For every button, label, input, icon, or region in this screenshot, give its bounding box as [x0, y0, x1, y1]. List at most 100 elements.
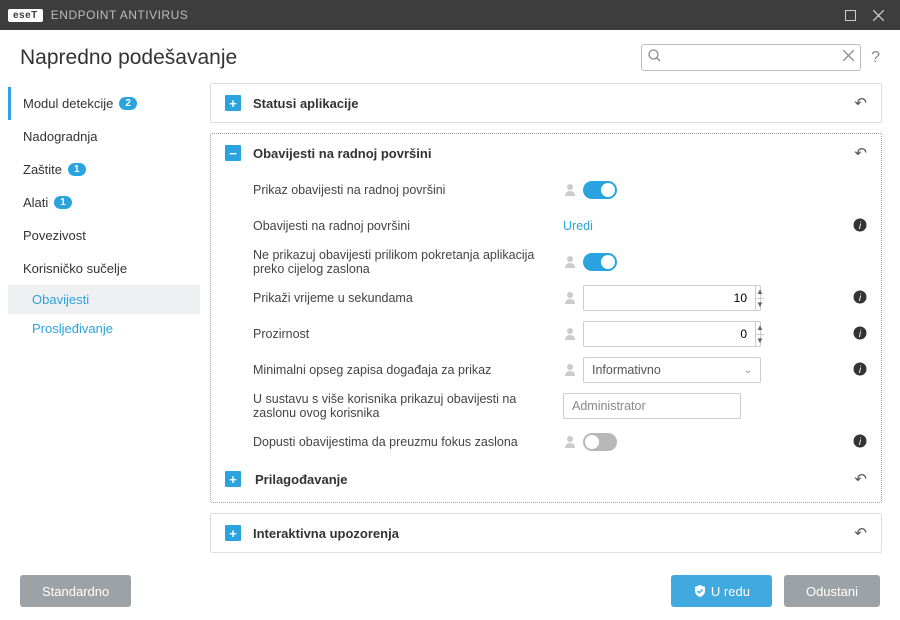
info-icon[interactable]: i [853, 434, 867, 451]
sidebar-sub-notifications[interactable]: Obavijesti [8, 285, 200, 314]
sidebar-item-label: Modul detekcije [23, 96, 113, 111]
user-icon [563, 290, 577, 307]
badge: 1 [54, 196, 72, 209]
user-icon [563, 182, 577, 199]
verbosity-dropdown[interactable]: Informativno ⌄ [583, 357, 761, 383]
search-input[interactable] [641, 44, 861, 71]
toggle-focus[interactable] [583, 433, 617, 451]
undo-icon[interactable]: ↶ [854, 524, 867, 542]
transparency-stepper[interactable]: ▲▼ [583, 321, 761, 347]
step-up-icon[interactable]: ▲ [756, 322, 764, 335]
undo-icon[interactable]: ↶ [854, 470, 867, 488]
row-label: Obavijesti na radnoj površini [253, 219, 563, 233]
ok-button[interactable]: U redu [671, 575, 772, 607]
row-label: U sustavu s više korisnika prikazuj obav… [253, 392, 563, 420]
sidebar-item-ui[interactable]: Korisničko sučelje [8, 252, 200, 285]
section-title: Prilagođavanje [255, 472, 347, 487]
row-label: Prozirnost [253, 327, 563, 341]
row-transparency: Prozirnost ▲▼ i [253, 316, 867, 352]
sidebar-sub-forwarding[interactable]: Prosljeđivanje [8, 314, 200, 343]
titlebar: eseT ENDPOINT ANTIVIRUS [0, 0, 900, 30]
multiuser-input[interactable] [563, 393, 741, 419]
undo-icon[interactable]: ↶ [854, 94, 867, 112]
cancel-button[interactable]: Odustani [784, 575, 880, 607]
section-header[interactable]: + Interaktivna upozorenja ↶ [211, 514, 881, 552]
user-icon [563, 326, 577, 343]
section-header[interactable]: − Obavijesti na radnoj površini ↶ [211, 134, 881, 172]
row-focus: Dopusti obavijestima da preuzmu fokus za… [253, 424, 867, 460]
help-icon[interactable]: ? [871, 49, 880, 67]
sidebar-item-label: Zaštite [23, 162, 62, 177]
edit-link[interactable]: Uredi [563, 219, 593, 233]
sidebar-item-label: Prosljeđivanje [32, 321, 113, 336]
maximize-icon[interactable] [836, 1, 864, 29]
section-title: Obavijesti na radnoj površini [253, 146, 431, 161]
section-app-status: + Statusi aplikacije ↶ [210, 83, 882, 123]
info-icon[interactable]: i [853, 218, 867, 235]
default-button[interactable]: Standardno [20, 575, 131, 607]
row-show-notifications: Prikaz obavijesti na radnoj površini [253, 172, 867, 208]
close-icon[interactable] [864, 1, 892, 29]
row-edit-notifications: Obavijesti na radnoj površini Uredi i [253, 208, 867, 244]
chevron-down-icon: ⌄ [744, 365, 752, 376]
sidebar-item-label: Nadogradnja [23, 129, 97, 144]
sidebar-item-label: Obavijesti [32, 292, 89, 307]
toggle-fullscreen[interactable] [583, 253, 617, 271]
dropdown-value: Informativno [592, 363, 661, 377]
sidebar-item-protection[interactable]: Zaštite 1 [8, 153, 200, 186]
expand-icon[interactable]: + [225, 95, 241, 111]
row-fullscreen: Ne prikazuj obavijesti prilikom pokretan… [253, 244, 867, 280]
transparency-input[interactable] [584, 322, 755, 346]
undo-icon[interactable]: ↶ [854, 144, 867, 162]
sidebar-item-tools[interactable]: Alati 1 [8, 186, 200, 219]
info-icon[interactable]: i [853, 290, 867, 307]
user-icon [563, 254, 577, 271]
step-down-icon[interactable]: ▼ [756, 299, 764, 311]
section-title: Statusi aplikacije [253, 96, 359, 111]
sidebar-item-label: Povezivost [23, 228, 86, 243]
row-seconds: Prikaži vrijeme u sekundama ▲▼ i [253, 280, 867, 316]
sidebar-item-label: Alati [23, 195, 48, 210]
app-title: ENDPOINT ANTIVIRUS [51, 8, 188, 22]
expand-icon[interactable]: + [225, 471, 241, 487]
row-multiuser: U sustavu s više korisnika prikazuj obav… [253, 388, 867, 424]
brand-logo: eseT [8, 9, 43, 22]
badge: 1 [68, 163, 86, 176]
seconds-stepper[interactable]: ▲▼ [583, 285, 761, 311]
toggle-show-notifications[interactable] [583, 181, 617, 199]
section-header[interactable]: + Statusi aplikacije ↶ [211, 84, 881, 122]
sidebar-item-connectivity[interactable]: Povezivost [8, 219, 200, 252]
page-title: Napredno podešavanje [20, 46, 237, 70]
section-desktop-notifications: − Obavijesti na radnoj površini ↶ Prikaz… [210, 133, 882, 503]
footer: Standardno U redu Odustani [0, 562, 900, 620]
user-icon [563, 434, 577, 451]
search-field[interactable] [641, 44, 861, 71]
info-icon[interactable]: i [853, 326, 867, 343]
collapse-icon[interactable]: − [225, 145, 241, 161]
row-label: Ne prikazuj obavijesti prilikom pokretan… [253, 248, 563, 276]
row-label: Dopusti obavijestima da preuzmu fokus za… [253, 435, 563, 449]
info-icon[interactable]: i [853, 362, 867, 379]
section-interactive-alerts: + Interaktivna upozorenja ↶ [210, 513, 882, 553]
seconds-input[interactable] [584, 286, 755, 310]
shield-icon [693, 584, 707, 598]
user-icon [563, 362, 577, 379]
subsection-customization[interactable]: + Prilagođavanje ↶ [225, 460, 867, 498]
row-label: Minimalni opseg zapisa događaja za prika… [253, 363, 563, 377]
sidebar: Modul detekcije 2 Nadogradnja Zaštite 1 … [0, 79, 200, 589]
row-verbosity: Minimalni opseg zapisa događaja za prika… [253, 352, 867, 388]
row-label: Prikaži vrijeme u sekundama [253, 291, 563, 305]
clear-icon[interactable] [843, 49, 854, 64]
content: + Statusi aplikacije ↶ − Obavijesti na r… [200, 79, 900, 589]
badge: 2 [119, 97, 137, 110]
step-down-icon[interactable]: ▼ [756, 335, 764, 347]
section-title: Interaktivna upozorenja [253, 526, 399, 541]
row-label: Prikaz obavijesti na radnoj površini [253, 183, 563, 197]
search-icon [648, 49, 661, 65]
sidebar-item-label: Korisničko sučelje [23, 261, 127, 276]
sidebar-item-upgrade[interactable]: Nadogradnja [8, 120, 200, 153]
sidebar-item-detection[interactable]: Modul detekcije 2 [8, 87, 200, 120]
expand-icon[interactable]: + [225, 525, 241, 541]
header: Napredno podešavanje ? [0, 30, 900, 79]
step-up-icon[interactable]: ▲ [756, 286, 764, 299]
